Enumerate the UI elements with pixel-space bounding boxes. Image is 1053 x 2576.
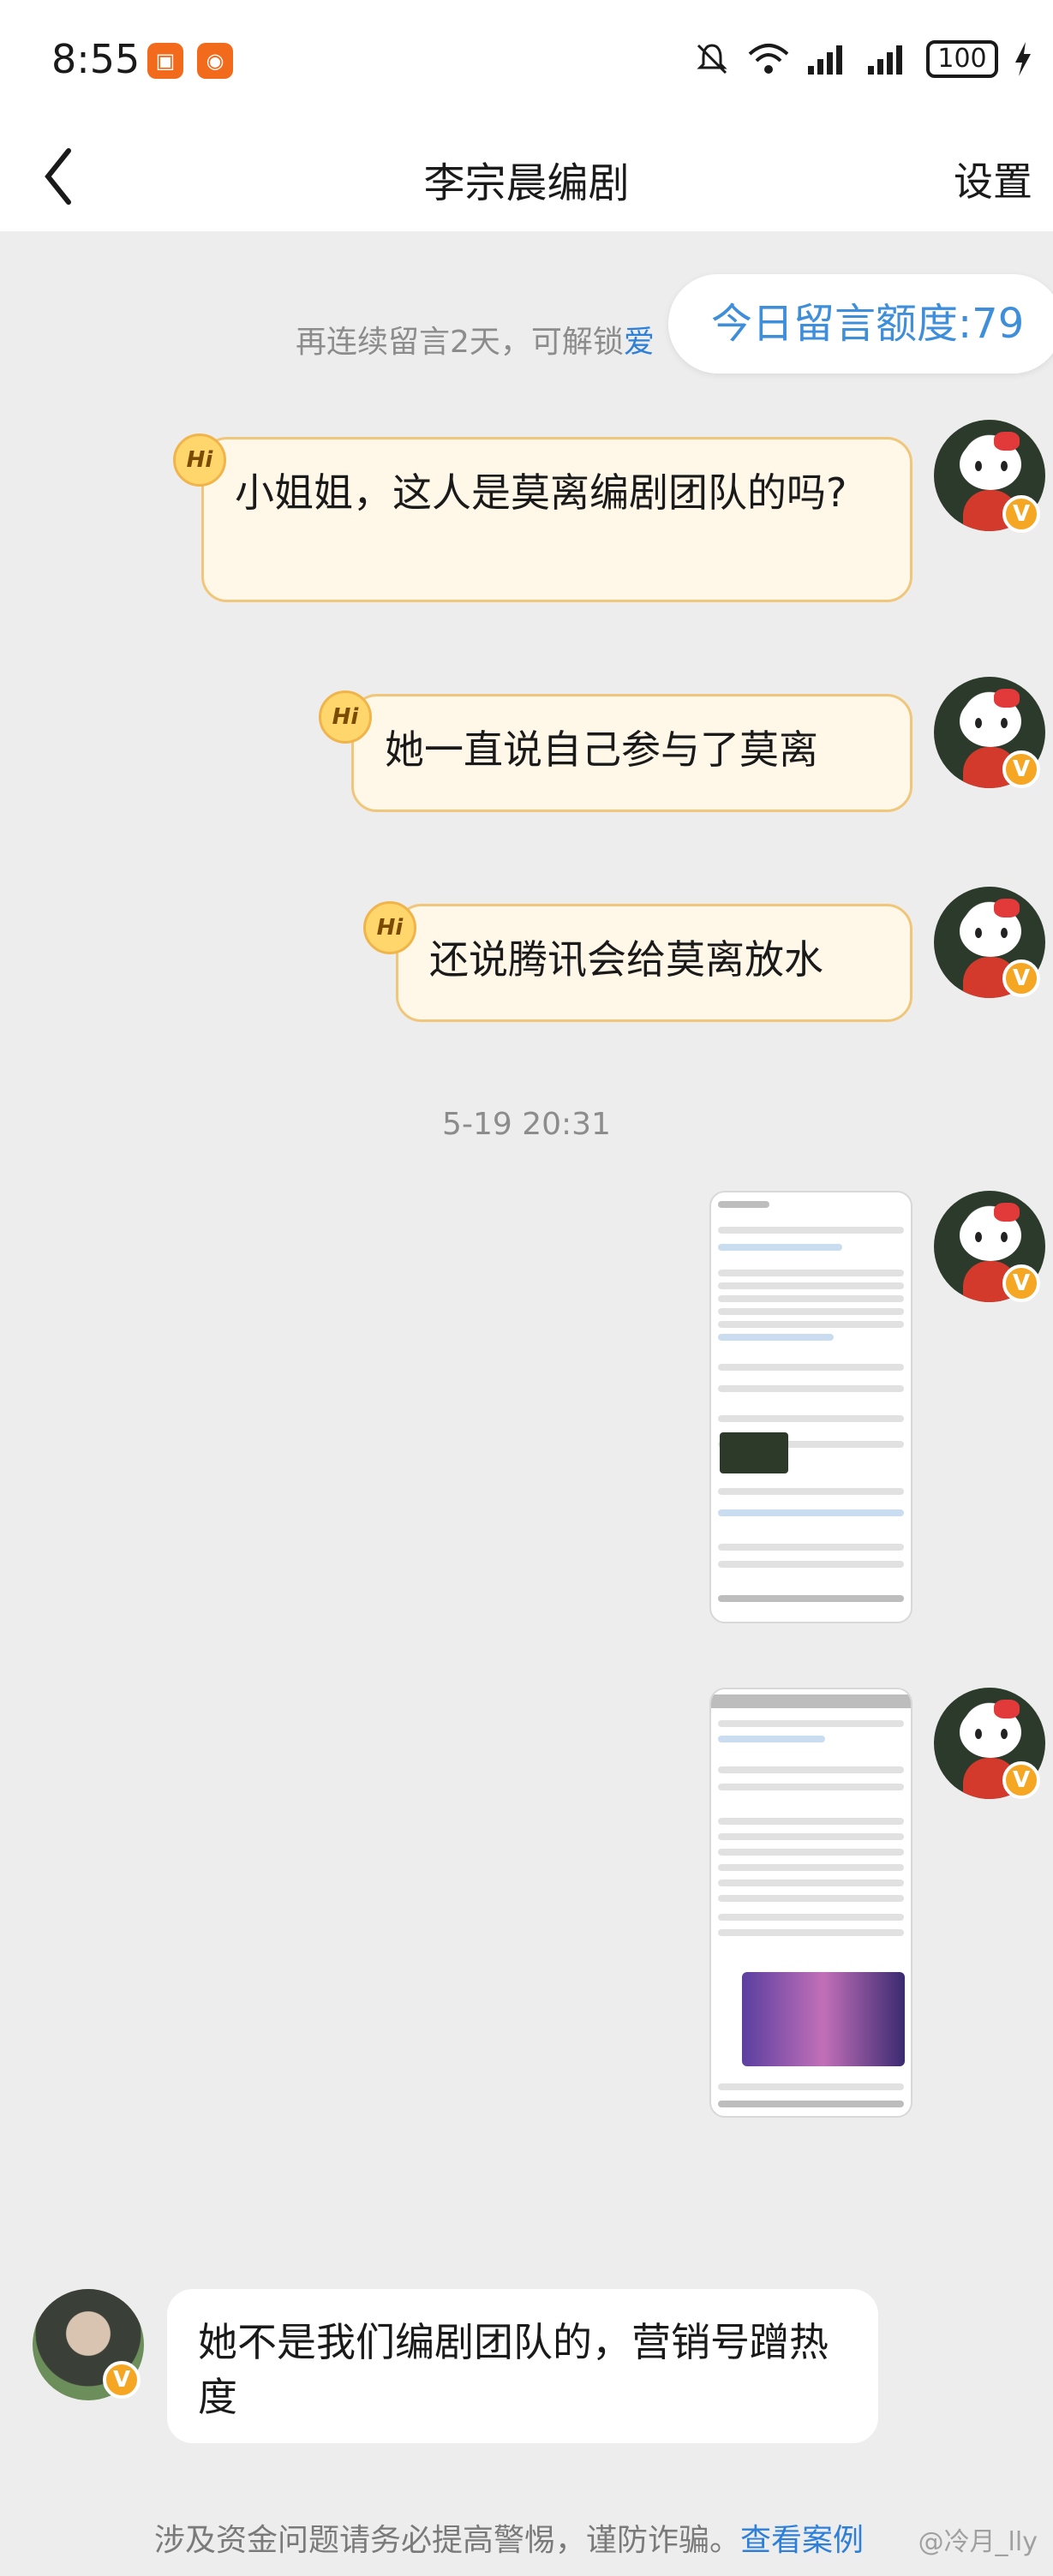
verified-badge-icon: V: [1002, 750, 1040, 788]
fraud-warning: 涉及资金问题请务必提高警惕，谨防诈骗。查看案例: [154, 2515, 864, 2560]
watermark: @冷月_lly: [918, 2527, 1038, 2557]
page-title: 李宗晨编剧: [423, 159, 630, 207]
app-notification-icon: ▣: [147, 43, 183, 79]
verified-badge-icon: V: [1002, 959, 1040, 997]
quota-badge: 今日留言额度:79: [668, 274, 1053, 374]
reply-bubble: 她不是我们编剧团队的，营销号蹭热度: [167, 2289, 878, 2443]
verified-badge-icon: V: [1002, 1264, 1040, 1302]
hi-badge-icon: Hi: [319, 690, 372, 744]
wifi-icon: [748, 44, 789, 74]
charging-icon: [1015, 42, 1031, 76]
image-message[interactable]: [709, 1191, 912, 1623]
message-timestamp: 5-19 20:31: [442, 1107, 611, 1142]
settings-button[interactable]: 设置: [954, 151, 1032, 207]
message-bubble: 她一直说自己参与了莫离: [351, 694, 912, 812]
signal-icon: [868, 45, 902, 75]
unlock-hint-link[interactable]: 爱: [624, 325, 655, 360]
hi-badge-icon: Hi: [363, 901, 416, 954]
unlock-hint: 再连续留言2天，可解锁爱: [296, 317, 655, 362]
verified-badge-icon: V: [103, 2361, 141, 2399]
fraud-warning-text: 涉及资金问题请务必提高警惕，谨防诈骗。: [154, 2523, 741, 2558]
mute-bell-icon: [697, 44, 727, 75]
signal-icon: [808, 45, 842, 75]
message-bubble: 还说腾讯会给莫离放水: [396, 904, 912, 1022]
verified-badge-icon: V: [1002, 1761, 1040, 1799]
message-bubble: 小姐姐，这人是莫离编剧团队的吗?: [201, 437, 912, 602]
hi-badge-icon: Hi: [173, 433, 226, 487]
app-notification-icon: ◉: [197, 43, 233, 79]
status-icons: 100: [693, 38, 1032, 81]
status-bar: 8:55 ▣ ◉ 100: [0, 0, 1053, 120]
status-time: 8:55: [51, 36, 141, 82]
view-cases-link[interactable]: 查看案例: [740, 2523, 864, 2558]
verified-badge-icon: V: [1002, 495, 1040, 533]
image-message[interactable]: [709, 1688, 912, 2118]
nav-bar: 李宗晨编剧 设置: [0, 120, 1053, 231]
unlock-hint-text: 再连续留言2天，可解锁: [296, 325, 624, 360]
battery-indicator: 100: [926, 40, 998, 78]
